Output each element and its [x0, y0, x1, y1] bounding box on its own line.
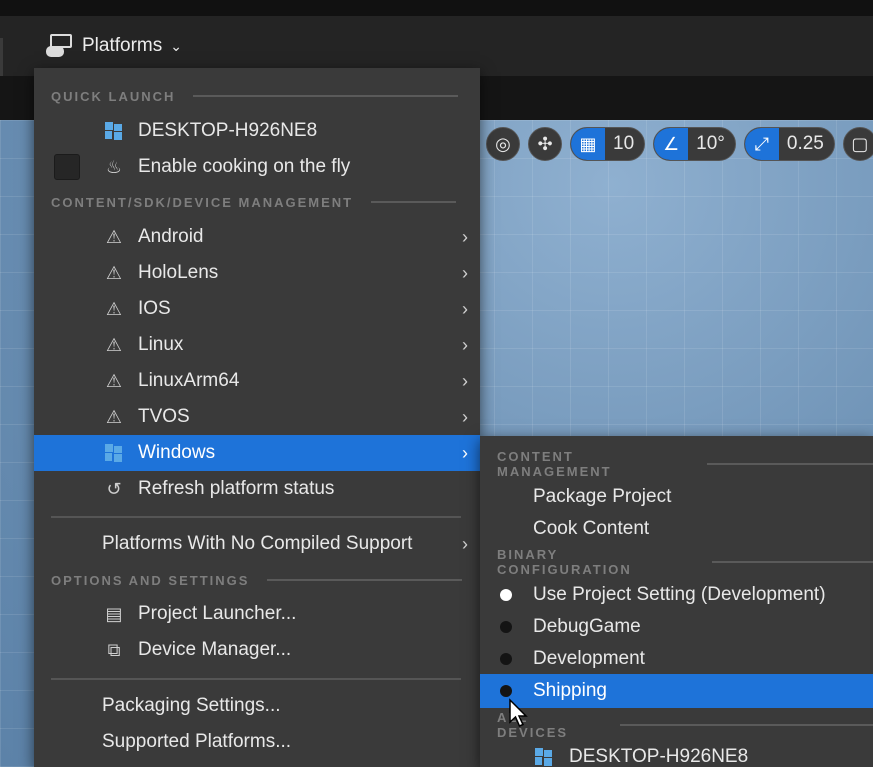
menu-divider [51, 516, 461, 518]
section-header-options: OPTIONS AND SETTINGS [51, 570, 463, 590]
radio-unselected-icon [500, 621, 512, 633]
warning-icon: ⚠ [105, 226, 123, 247]
device-manager-item[interactable]: ⧉ Device Manager... [34, 632, 480, 668]
windows-submenu: CONTENT MANAGEMENT Package Project Cook … [480, 436, 873, 767]
section-header-content-management: CONTENT MANAGEMENT [497, 449, 873, 479]
cook-content-item[interactable]: Cook Content [480, 511, 873, 547]
platforms-label: Platforms [82, 35, 163, 56]
platform-item-android[interactable]: ⚠ Android › [34, 219, 480, 255]
chevron-right-icon: › [462, 262, 468, 283]
config-development[interactable]: Development [480, 641, 873, 677]
viewport-toolbar: ◎ ✣ ▦ 10 ∠ 10° ⤢ 0.25 ▢ [486, 126, 873, 162]
platform-item-linux[interactable]: ⚠ Linux › [34, 327, 480, 363]
packaging-settings-item[interactable]: Packaging Settings... [34, 688, 480, 724]
surface-snap-icon: ✣ [537, 133, 553, 154]
config-shipping[interactable]: Shipping [480, 674, 873, 708]
platform-item-windows[interactable]: Windows › [34, 435, 480, 471]
supported-platforms-item[interactable]: Supported Platforms... [34, 724, 480, 760]
rotation-snap-control[interactable]: ∠ 10° [653, 127, 736, 161]
chevron-right-icon: › [462, 442, 468, 463]
camera-icon: ▢ [851, 133, 869, 154]
device-manager-icon: ⧉ [107, 639, 121, 660]
project-launcher-icon: ▤ [105, 603, 123, 624]
windows-icon [532, 745, 556, 767]
chevron-down-icon: ⌄ [170, 37, 182, 54]
enable-cooking-checkbox[interactable] [54, 154, 80, 180]
chevron-right-icon: › [462, 298, 468, 319]
radio-unselected-icon [500, 653, 512, 665]
warning-icon: ⚠ [105, 262, 123, 283]
warning-icon: ⚠ [105, 370, 123, 391]
section-header-content-sdk: CONTENT/SDK/DEVICE MANAGEMENT [51, 192, 457, 212]
platforms-no-compiled-support[interactable]: Platforms With No Compiled Support › [34, 526, 480, 562]
platform-item-ios[interactable]: ⚠ IOS › [34, 291, 480, 327]
platform-item-tvos[interactable]: ⚠ TVOS › [34, 399, 480, 435]
project-launcher-item[interactable]: ▤ Project Launcher... [34, 596, 480, 632]
scale-snap-value[interactable]: 0.25 [779, 133, 834, 155]
platforms-button[interactable]: Platforms ⌄ [40, 28, 188, 64]
chevron-right-icon: › [462, 406, 468, 427]
grid-snap-control[interactable]: ▦ 10 [570, 127, 646, 161]
globe-icon: ◎ [495, 133, 511, 154]
platform-item-linuxarm64[interactable]: ⚠ LinuxArm64 › [34, 363, 480, 399]
scale-snap-control[interactable]: ⤢ 0.25 [743, 127, 835, 161]
platform-item-hololens[interactable]: ⚠ HoloLens › [34, 255, 480, 291]
warning-icon: ⚠ [105, 298, 123, 319]
windows-icon [102, 119, 126, 143]
chevron-right-icon: › [462, 370, 468, 391]
quick-launch-device[interactable]: DESKTOP-H926NE8 [34, 113, 480, 149]
windows-icon [102, 441, 126, 465]
rotation-snap-value[interactable]: 10° [688, 133, 735, 155]
angle-icon: ∠ [654, 128, 689, 160]
radio-selected-icon [500, 589, 512, 601]
section-header-binary-configuration: BINARY CONFIGURATION [497, 547, 873, 577]
refresh-platform-status[interactable]: ↺ Refresh platform status [34, 471, 480, 507]
surface-snap-toggle[interactable]: ✣ [528, 127, 562, 161]
platforms-menu: QUICK LAUNCH DESKTOP-H926NE8 ♨ Enable co… [34, 68, 480, 767]
scale-icon: ⤢ [744, 128, 779, 160]
chevron-right-icon: › [462, 334, 468, 355]
chevron-right-icon: › [462, 226, 468, 247]
menu-divider [51, 678, 461, 680]
config-debuggame[interactable]: DebugGame [480, 609, 873, 645]
world-local-toggle[interactable]: ◎ [486, 127, 520, 161]
platforms-icon [46, 32, 76, 60]
enable-cooking-option[interactable]: ♨ Enable cooking on the fly [34, 149, 480, 185]
refresh-icon: ↺ [106, 478, 122, 499]
grid-icon: ▦ [571, 128, 605, 160]
grid-snap-value[interactable]: 10 [605, 133, 644, 155]
title-bar [0, 0, 873, 16]
config-use-project-setting[interactable]: Use Project Setting (Development) [480, 577, 873, 613]
section-header-all-devices: ALL DEVICES [497, 710, 873, 740]
chevron-right-icon: › [462, 533, 468, 554]
warning-icon: ⚠ [105, 406, 123, 427]
device-item[interactable]: DESKTOP-H926NE8 [480, 739, 873, 767]
section-header-quick-launch: QUICK LAUNCH [51, 86, 459, 106]
warning-icon: ⚠ [105, 334, 123, 355]
camera-speed-control[interactable]: ▢ [842, 127, 873, 161]
package-project-item[interactable]: Package Project [480, 479, 873, 515]
steam-icon: ♨ [105, 156, 123, 177]
radio-unselected-icon [500, 685, 512, 697]
